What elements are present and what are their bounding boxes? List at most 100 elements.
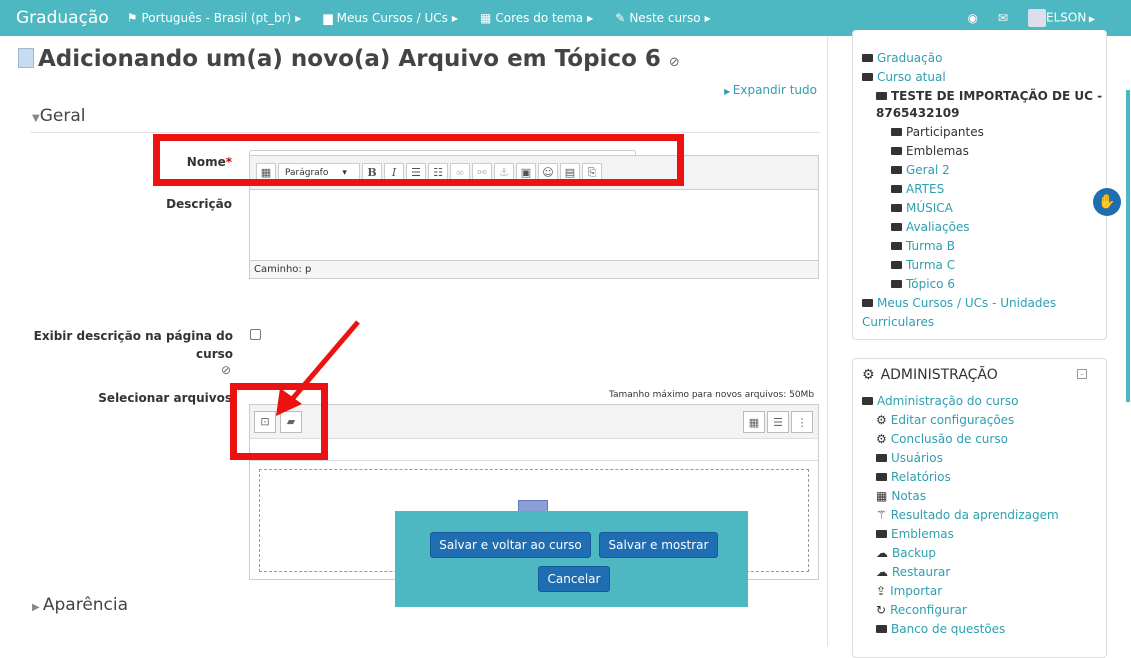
admin-item-label: Editar configurações [890,413,1015,427]
admin-item[interactable]: Administração do curso [862,394,1018,408]
nav-item[interactable]: Emblemas [891,144,969,158]
admin-item-label: Importar [890,584,943,598]
nav-item[interactable]: Graduação [862,51,942,65]
gear-icon: ⚙ [876,432,887,446]
nav-item[interactable]: MÚSICA [891,201,953,215]
help-icon[interactable]: ⊘ [669,55,680,70]
folder-icon [891,261,902,269]
folder-open-icon [876,92,887,100]
expand-all-label: Expandir tudo [732,83,817,97]
admin-item[interactable]: Usuários [876,451,943,465]
list-view-icon[interactable]: ☰ [767,411,789,433]
scrollbar[interactable] [1126,90,1130,402]
caret-right-icon: ▶ [1086,14,1095,24]
gears-icon: ⚙ [862,367,875,383]
folder-icon [891,128,902,136]
max-size-text: Tamanho máximo para novos arquivos: 50Mb [609,390,815,400]
folder-icon [862,54,873,62]
admin-item-label: Resultado da aprendizagem [890,508,1059,522]
folder-icon [876,625,887,633]
nav-item-label: Turma C [906,258,956,272]
icon-view-icon[interactable]: ▦ [743,411,765,433]
folder-icon [891,204,902,212]
cloud-download-icon: ☁ [876,565,888,579]
admin-item-label: Notas [891,489,926,503]
select-files-label: Selecionar arquivos [98,391,232,405]
section-general-label: Geral [39,106,86,126]
notifications-icon[interactable]: ◉ [967,11,977,25]
admin-item[interactable]: ☁ Restaurar [876,565,950,579]
nav-item[interactable]: Participantes [891,125,984,139]
nav-item-label: Curso atual [877,70,946,84]
admin-item[interactable]: ⚙ Editar configurações [876,413,1014,427]
help-icon[interactable]: ⊘ [221,363,231,377]
section-appearance-toggle[interactable]: ▶ Aparência [32,595,128,615]
user-menu[interactable]: ELSON ▶ [1027,9,1095,27]
admin-item[interactable]: ⚙ Conclusão de curso [876,432,1008,446]
show-description-checkbox[interactable] [250,329,261,340]
folder-icon [876,454,887,462]
admin-item[interactable]: ↻ Reconfigurar [876,603,967,617]
admin-item[interactable]: Relatórios [876,470,951,484]
admin-item[interactable]: ☁ Backup [876,546,936,560]
cancel-button[interactable]: Cancelar [538,566,610,592]
gear-icon: ⚙ [876,413,887,427]
import-icon: ⇪ [876,584,887,598]
folder-icon [876,473,887,481]
admin-item[interactable]: Banco de questões [876,622,1005,636]
admin-item[interactable]: ⚚ Resultado da aprendizagem [876,508,1059,522]
nav-item[interactable]: Geral 2 [891,163,950,177]
nav-item[interactable]: Curso atual [862,70,946,84]
admin-item[interactable]: ▦ Notas [876,489,926,503]
nav-item-label: Curriculares [862,315,935,329]
admin-item-label: Emblemas [891,527,954,541]
admin-item-label: Conclusão de curso [890,432,1008,446]
folder-icon [891,147,902,155]
tree-view-icon[interactable]: ⋮ [791,411,813,433]
theme-colors-label: Cores do tema [495,11,584,25]
nav-item-course-code: 8765432109 [876,106,960,120]
collapse-block-icon[interactable]: – [1077,369,1087,379]
brand-link[interactable]: Graduação [16,8,109,28]
nav-item-current-course[interactable]: TESTE DE IMPORTAÇÃO DE UC - [876,89,1102,103]
nav-item[interactable]: Turma B [891,239,955,253]
language-menu-label: Português - Brasil (pt_br) [141,11,292,25]
this-course-menu[interactable]: ✎ Neste curso ▶ [615,11,710,25]
folder-icon [891,242,902,250]
nav-item[interactable]: Meus Cursos / UCs - Unidades [862,296,1056,310]
nav-item-label: Tópico 6 [906,277,955,291]
folder-icon [891,185,902,193]
my-courses-label: Meus Cursos / UCs [336,11,448,25]
messages-icon[interactable]: ✉ [998,11,1008,25]
theme-colors-menu[interactable]: ▦ Cores do tema ▶ [480,11,593,25]
briefcase-icon: ▆ [323,11,333,25]
admin-item-label: Banco de questões [891,622,1006,636]
save-return-button[interactable]: Salvar e voltar ao curso [430,532,591,558]
divider [30,132,820,133]
nav-item[interactable]: Curriculares [862,315,934,329]
nav-item-label: Turma B [906,239,955,253]
language-menu[interactable]: ⚑ Português - Brasil (pt_br) ▶ [127,11,302,25]
folder-open-icon [862,397,873,405]
nav-item-label: Graduação [877,51,943,65]
accessibility-icon[interactable]: ✋ [1093,188,1121,216]
nav-item[interactable]: Tópico 6 [891,277,955,291]
nav-item-label: Geral 2 [906,163,950,177]
save-show-button[interactable]: Salvar e mostrar [599,532,718,558]
nav-item[interactable]: Avaliações [891,220,970,234]
my-courses-menu[interactable]: ▆ Meus Cursos / UCs ▶ [323,11,458,25]
action-panel: Salvar e voltar ao curso Salvar e mostra… [395,511,748,607]
admin-item-label: Restaurar [892,565,951,579]
admin-item[interactable]: ⇪ Importar [876,584,942,598]
nav-item[interactable]: Turma C [891,258,955,272]
caret-right-icon: ▶ [724,87,733,96]
caret-right-icon: ▶ [32,602,43,613]
caret-right-icon: ▶ [704,13,711,23]
expand-all-link[interactable]: ▶ Expandir tudo [724,83,817,97]
administration-header: ⚙ ADMINISTRAÇÃO [862,367,998,383]
admin-item[interactable]: Emblemas [876,527,954,541]
nav-item-label: ARTES [906,182,945,196]
file-icon [18,48,34,68]
nav-item[interactable]: ARTES [891,182,944,196]
section-general-toggle[interactable]: ▼Geral [32,106,85,126]
